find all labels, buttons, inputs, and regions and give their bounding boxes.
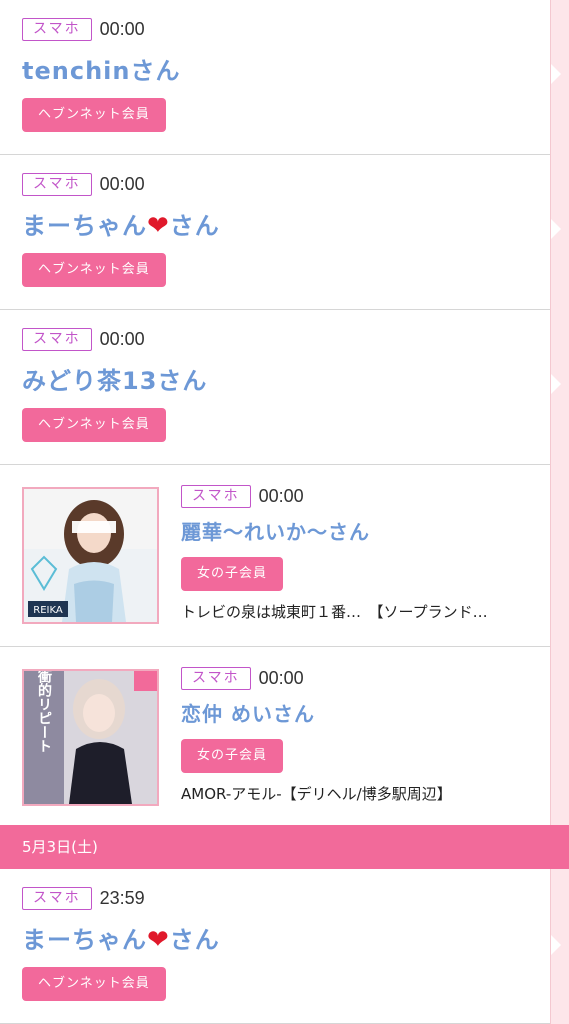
member-type-badge: ヘブンネット会員	[22, 98, 166, 132]
rail-notch	[551, 374, 561, 394]
visitor-name-suffix: さん	[169, 926, 220, 954]
visitor-name[interactable]: tenchinさん	[22, 51, 180, 86]
device-badge: スマホ	[181, 667, 251, 690]
list-item[interactable]: スマホ 00:00 tenchinさん ヘブンネット会員	[0, 0, 550, 155]
device-badge: スマホ	[22, 328, 92, 351]
visit-time: 00:00	[99, 174, 145, 194]
device-badge: スマホ	[22, 173, 92, 196]
thumbnail-caption: REIKA	[33, 605, 63, 616]
list-item[interactable]: スマホ 00:00 まーちゃん❤さん ヘブンネット会員	[0, 155, 550, 310]
visitor-list: スマホ 00:00 tenchinさん ヘブンネット会員 スマホ 00:00 ま…	[0, 0, 550, 829]
visitor-name-text: まーちゃん	[22, 926, 147, 954]
visitor-name[interactable]: 恋仲 めいさん	[181, 698, 546, 727]
visit-time: 00:00	[258, 486, 304, 506]
date-header: 5月3日(土)	[0, 825, 569, 869]
visitor-name[interactable]: まーちゃん❤さん	[22, 206, 220, 241]
member-type-badge: ヘブンネット会員	[22, 253, 166, 287]
thumbnail-caption: 衝的リピート	[36, 671, 53, 753]
list-item[interactable]: 衝的リピート スマホ 00:00 恋仲 めいさん 女の子会員 AMOR-アモル-…	[0, 647, 550, 829]
profile-thumbnail[interactable]: REIKA	[22, 487, 159, 624]
shop-name[interactable]: AMOR-アモル-【デリヘル/博多駅周辺】	[181, 783, 546, 804]
rail-notch	[551, 64, 561, 84]
shop-name[interactable]: トレビの泉は城東町１番… 【ソープランド…	[181, 601, 546, 622]
member-type-badge: ヘブンネット会員	[22, 408, 166, 442]
visitor-name[interactable]: みどり茶13さん	[22, 361, 207, 396]
visitor-name-text: まーちゃん	[22, 212, 147, 240]
visitor-name-suffix: さん	[169, 212, 220, 240]
device-badge: スマホ	[22, 887, 92, 910]
heart-icon: ❤	[147, 925, 170, 955]
rail-notch	[551, 935, 561, 955]
visit-time: 23:59	[99, 888, 145, 908]
heart-icon: ❤	[147, 211, 170, 241]
member-type-badge: 女の子会員	[181, 739, 284, 773]
visitor-name[interactable]: まーちゃん❤さん	[22, 920, 220, 955]
device-badge: スマホ	[22, 18, 92, 41]
visit-time: 00:00	[99, 19, 145, 39]
visitor-list-next-day: スマホ 23:59 まーちゃん❤さん ヘブンネット会員	[0, 869, 550, 1024]
rail-notch	[551, 219, 561, 239]
visit-time: 00:00	[99, 329, 145, 349]
device-badge: スマホ	[181, 485, 251, 508]
visit-time: 00:00	[258, 668, 304, 688]
list-item[interactable]: スマホ 23:59 まーちゃん❤さん ヘブンネット会員	[0, 869, 550, 1024]
visitor-name[interactable]: 麗華〜れいか〜さん	[181, 516, 546, 545]
right-rail-decoration	[550, 0, 569, 1024]
member-type-badge: ヘブンネット会員	[22, 967, 166, 1001]
member-type-badge: 女の子会員	[181, 557, 284, 591]
list-item[interactable]: REIKA スマホ 00:00 麗華〜れいか〜さん 女の子会員 トレビの泉は城東…	[0, 465, 550, 647]
profile-thumbnail[interactable]: 衝的リピート	[22, 669, 159, 806]
list-item[interactable]: スマホ 00:00 みどり茶13さん ヘブンネット会員	[0, 310, 550, 465]
